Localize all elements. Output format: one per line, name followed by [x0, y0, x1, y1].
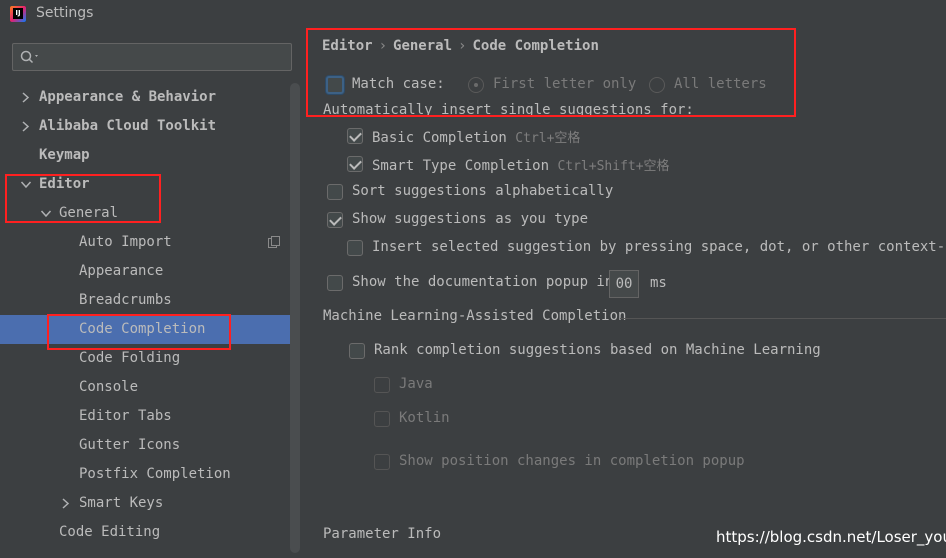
match-case-checkbox[interactable] [326, 76, 344, 94]
ml-java-checkbox[interactable] [374, 377, 390, 393]
ml-section-heading: Machine Learning-Assisted Completion [323, 308, 627, 324]
doc-popup-delay-input[interactable]: 00 [609, 270, 639, 298]
doc-popup-label: Show the documentation popup in [352, 274, 614, 290]
tree-item-general[interactable]: General [0, 199, 302, 228]
tree-item-label: Editor Tabs [79, 408, 172, 424]
tree-item-label: Console [79, 379, 139, 395]
ml-kotlin-label: Kotlin [399, 410, 450, 426]
search-icon[interactable] [19, 49, 41, 65]
tree-item-code-folding[interactable]: Code Folding [0, 344, 302, 373]
tree-item-label: Keymap [39, 147, 90, 163]
smart-type-text: Smart Type Completion [372, 158, 550, 174]
tree-item-breadcrumbs[interactable]: Breadcrumbs [0, 286, 302, 315]
chevron-down-icon[interactable] [40, 199, 52, 228]
all-letters-radio[interactable] [649, 77, 665, 93]
sort-alphabetically-checkbox[interactable] [327, 184, 343, 200]
settings-content: Editor › General › Code Completion Match cas… [302, 28, 946, 558]
tree-item-auto-import[interactable]: Auto Import [0, 228, 302, 257]
sidebar-scrollbar[interactable] [290, 83, 300, 553]
window-title: Settings [36, 5, 94, 21]
tree-item-editor-tabs[interactable]: Editor Tabs [0, 402, 302, 431]
ml-show-position-checkbox[interactable] [374, 454, 390, 470]
match-case-label: Match case: [352, 76, 445, 92]
tree-item-label: Code Editing [59, 524, 161, 540]
tree-item-keymap[interactable]: Keymap [0, 141, 302, 170]
chevron-right-icon[interactable] [20, 112, 32, 141]
tree-item-label: Gutter Icons [79, 437, 181, 453]
smart-type-label: Smart Type Completion Ctrl+Shift+空格 [372, 155, 670, 174]
tree-item-appearance-behavior[interactable]: Appearance & Behavior [0, 83, 302, 112]
intellij-app-icon [10, 6, 26, 22]
show-as-you-type-checkbox[interactable] [327, 212, 343, 228]
tree-item-label: Breadcrumbs [79, 292, 172, 308]
title-bar: Settings [0, 0, 946, 28]
breadcrumb: Editor › General › Code Completion [322, 38, 599, 54]
sort-alphabetically-label: Sort suggestions alphabetically [352, 183, 614, 199]
ml-rank-checkbox[interactable] [349, 343, 365, 359]
chevron-right-icon[interactable] [60, 489, 72, 518]
ml-rank-label: Rank completion suggestions based on Mac… [374, 342, 821, 358]
tree-item-label: Appearance & Behavior [39, 89, 217, 105]
tree-item-label: General [59, 205, 119, 221]
tree-item-label: Alibaba Cloud Toolkit [39, 118, 217, 134]
basic-completion-text: Basic Completion [372, 130, 507, 146]
tree-item-code-completion[interactable]: Code Completion [0, 315, 300, 344]
breadcrumb-editor[interactable]: Editor [322, 38, 373, 54]
tree-item-gutter-icons[interactable]: Gutter Icons [0, 431, 302, 460]
ml-show-position-label: Show position changes in completion popu… [399, 453, 745, 469]
chevron-down-icon[interactable] [20, 170, 32, 199]
chevron-right-icon[interactable] [20, 83, 32, 112]
basic-completion-shortcut: Ctrl+空格 [515, 131, 581, 146]
tree-item-appearance[interactable]: Appearance [0, 257, 302, 286]
tree-item-postfix-completion[interactable]: Postfix Completion [0, 460, 302, 489]
breadcrumb-general[interactable]: General [393, 38, 452, 54]
doc-popup-unit: ms [650, 275, 667, 291]
tree-item-label: Appearance [79, 263, 164, 279]
tree-item-alibaba-cloud-toolkit[interactable]: Alibaba Cloud Toolkit [0, 112, 302, 141]
breadcrumb-separator: › [378, 38, 388, 54]
show-as-you-type-label: Show suggestions as you type [352, 211, 589, 227]
copy-icon [268, 236, 280, 248]
tree-item-label: Smart Keys [79, 495, 164, 511]
parameter-info-heading: Parameter Info [323, 526, 442, 542]
first-letter-radio[interactable] [468, 77, 484, 93]
auto-insert-label: Automatically insert single suggestions … [323, 102, 694, 118]
first-letter-label: First letter only [493, 76, 637, 92]
tree-item-smart-keys[interactable]: Smart Keys [0, 489, 302, 518]
tree-item-label: Editor [39, 176, 90, 192]
breadcrumb-separator: › [458, 38, 467, 54]
tree-item-editor[interactable]: Editor [0, 170, 302, 199]
basic-completion-label: Basic Completion Ctrl+空格 [372, 127, 580, 146]
all-letters-label: All letters [674, 76, 767, 92]
section-divider [620, 318, 946, 319]
ml-java-label: Java [399, 376, 433, 392]
basic-completion-checkbox[interactable] [347, 128, 363, 144]
search-input[interactable] [12, 43, 292, 71]
ml-kotlin-checkbox[interactable] [374, 411, 390, 427]
watermark: https://blog.csdn.net/Loser_you [716, 528, 946, 546]
settings-sidebar: Appearance & Behavior Alibaba Cloud Tool… [0, 28, 302, 558]
tree-item-label: Auto Import [79, 234, 172, 250]
tree-item-label: Postfix Completion [79, 466, 231, 482]
doc-popup-checkbox[interactable] [327, 275, 343, 291]
tree-item-label: Code Folding [79, 350, 181, 366]
breadcrumb-code-completion: Code Completion [472, 38, 599, 54]
insert-selected-checkbox[interactable] [347, 240, 363, 256]
tree-item-label: Code Completion [79, 321, 206, 337]
smart-type-checkbox[interactable] [347, 156, 363, 172]
tree-item-code-editing[interactable]: Code Editing [0, 518, 302, 547]
insert-selected-label: Insert selected suggestion by pressing s… [372, 239, 946, 255]
smart-type-shortcut: Ctrl+Shift+空格 [557, 159, 670, 174]
tree-item-console[interactable]: Console [0, 373, 302, 402]
